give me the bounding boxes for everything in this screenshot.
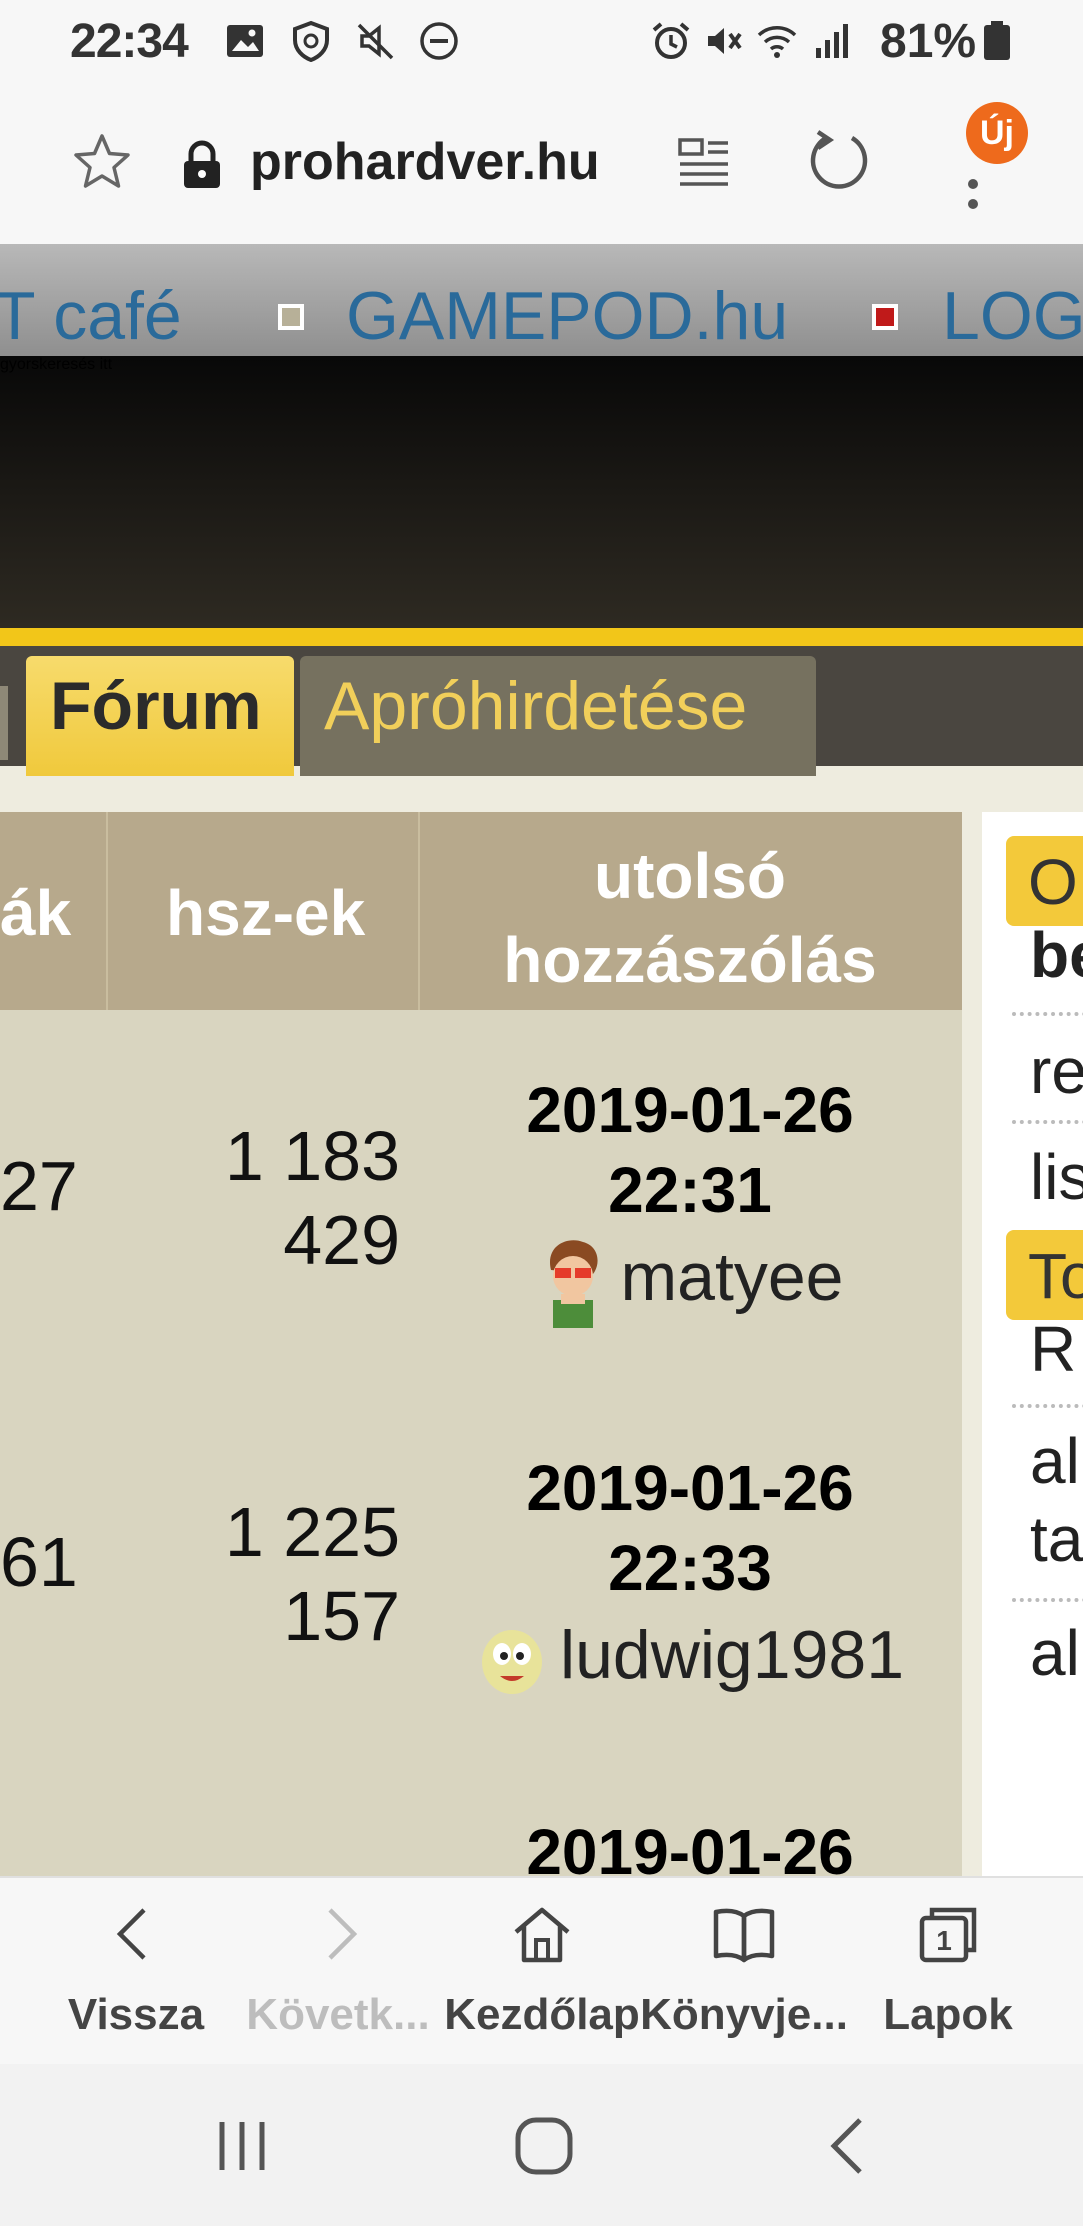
sidebar-item[interactable]: lis xyxy=(1030,1140,1083,1214)
signal-icon xyxy=(816,24,848,58)
site-link-logout[interactable]: LOG xyxy=(942,282,1083,350)
back-icon xyxy=(116,1908,146,1960)
main-nav-tabs: Fórum Apróhirdetése xyxy=(0,646,1083,776)
row-user: ludwig1981 xyxy=(420,1612,960,1708)
bookmarks-label: Könyvje... xyxy=(640,1990,848,2039)
status-bar: 22:34 81% xyxy=(0,0,1083,84)
image-icon xyxy=(227,25,263,57)
row-time[interactable]: 22:33 xyxy=(420,1528,960,1608)
sidebar-divider xyxy=(1012,1404,1083,1408)
row-date[interactable]: 2019-01-26 xyxy=(420,1070,960,1150)
header-accent-line xyxy=(0,628,1083,646)
home-button[interactable]: Kezdőlap xyxy=(434,1878,650,2066)
menu-dots-icon[interactable] xyxy=(966,160,980,220)
tab-forum[interactable]: Fórum xyxy=(26,656,294,776)
header-last-post: utolsó hozzászólás xyxy=(503,840,877,996)
row-username[interactable]: ludwig1981 xyxy=(560,1617,904,1693)
row-last-post: 2019-01-26 xyxy=(420,1812,960,1876)
sidebar-tag: To xyxy=(1006,1230,1083,1320)
bookmarks-icon xyxy=(713,1908,775,1963)
row-date[interactable]: 2019-01-26 xyxy=(420,1812,960,1876)
row-last-post: 2019-01-26 22:33 ludwig1981 xyxy=(420,1448,960,1708)
reader-mode-icon[interactable] xyxy=(676,134,732,190)
new-badge: Új xyxy=(966,102,1028,164)
header-topics: ák xyxy=(0,877,72,949)
back-label: Vissza xyxy=(67,1990,205,2039)
row-topics: 27 xyxy=(0,1147,78,1225)
url-text[interactable]: prohardver.hu xyxy=(250,132,600,192)
mute-icon xyxy=(357,23,394,60)
web-content: T café GAMEPOD.hu LOG gyorskeresés itt F… xyxy=(0,244,1083,1876)
lock-icon xyxy=(184,140,220,188)
sidebar-divider xyxy=(1012,1598,1083,1602)
row-time[interactable]: 22:31 xyxy=(420,1150,960,1230)
system-nav-bar xyxy=(0,2064,1083,2226)
user-avatar-icon xyxy=(481,1630,542,1694)
row-posts: 1 225 157 xyxy=(225,1490,400,1658)
tab-edge xyxy=(0,686,8,760)
sidebar-item[interactable]: al xyxy=(1030,1424,1080,1498)
table-row: 2019-01-26 xyxy=(0,1796,962,1876)
home-label: Kezdőlap xyxy=(444,1990,640,2039)
header-posts: hsz-ek xyxy=(166,877,366,949)
row-posts-line1: 1 183 xyxy=(224,1117,400,1195)
table-header: ák hsz-ek utolsó hozzászólás xyxy=(0,812,962,1010)
dnd-icon xyxy=(420,22,458,60)
sidebar-item[interactable]: R xyxy=(1030,1312,1076,1386)
forward-button[interactable]: Követk... xyxy=(230,1878,446,2066)
home-nav-icon[interactable] xyxy=(502,2104,586,2188)
tab-classifieds[interactable]: Apróhirdetése xyxy=(300,656,816,776)
row-posts-line1: 1 225 xyxy=(224,1493,400,1571)
row-username[interactable]: matyee xyxy=(621,1239,844,1315)
browser-toolbar: Vissza Követk... Kezdőlap Könyvje... 1 L… xyxy=(0,1876,1083,2064)
row-date[interactable]: 2019-01-26 xyxy=(420,1448,960,1528)
site-link-gamepod[interactable]: GAMEPOD.hu xyxy=(346,282,788,350)
recent-apps-icon[interactable] xyxy=(200,2104,284,2188)
row-topics: 61 xyxy=(0,1523,78,1601)
bookmark-star-icon[interactable] xyxy=(70,130,134,194)
sidebar-divider xyxy=(1012,1120,1083,1124)
battery-percent: 81% xyxy=(880,15,977,68)
network-sites-bar: T café GAMEPOD.hu LOG xyxy=(0,244,1083,356)
sidebar-bold-item[interactable]: be xyxy=(1030,918,1083,992)
row-posts: 1 183 429 xyxy=(225,1114,400,1282)
forward-label: Követk... xyxy=(246,1990,430,2039)
tabs-icon: 1 xyxy=(919,1907,977,1963)
sidebar-item[interactable]: al xyxy=(1030,1616,1080,1690)
sidebar-item[interactable]: ta xyxy=(1030,1502,1083,1576)
reload-icon[interactable] xyxy=(806,128,872,194)
tabs-button[interactable]: 1 Lapok xyxy=(840,1878,1056,2066)
forward-icon xyxy=(328,1908,358,1960)
wifi-icon xyxy=(757,26,797,58)
row-user: matyee xyxy=(420,1234,960,1330)
browser-url-bar: prohardver.hu Új xyxy=(0,84,1083,244)
header-divider xyxy=(106,812,108,1010)
sidebar-item[interactable]: re xyxy=(1030,1034,1083,1108)
vibrate-icon xyxy=(708,28,742,54)
table-row: 61 1 225 157 2019-01-26 22:33 ludwig1981 xyxy=(0,1432,962,1810)
quick-search-input[interactable]: gyorskeresés itt xyxy=(0,356,1083,628)
table-row: 27 1 183 429 2019-01-26 22:31 matyee xyxy=(0,1052,962,1430)
alarm-icon xyxy=(652,22,690,59)
shield-icon xyxy=(293,20,329,62)
tabs-label: Lapok xyxy=(883,1990,1013,2039)
row-posts-line2: 429 xyxy=(283,1201,400,1279)
tab-count: 1 xyxy=(936,1925,952,1956)
home-icon xyxy=(514,1907,570,1963)
row-posts-line2: 157 xyxy=(283,1577,400,1655)
back-nav-icon[interactable] xyxy=(806,2104,890,2188)
battery-icon xyxy=(984,21,1010,60)
sidebar-column: O be re lis To R al ta al xyxy=(982,812,1083,1876)
user-avatar-icon xyxy=(549,1240,598,1328)
row-last-post: 2019-01-26 22:31 matyee xyxy=(420,1070,960,1330)
back-button[interactable]: Vissza xyxy=(28,1878,244,2066)
sidebar-tag: O xyxy=(1006,836,1083,926)
site-link-itcafe[interactable]: T café xyxy=(0,282,182,350)
sidebar-divider xyxy=(1012,1012,1083,1016)
forum-table: ák hsz-ek utolsó hozzászólás 27 1 183 42… xyxy=(0,812,962,1876)
status-time: 22:34 xyxy=(70,15,189,68)
bookmarks-button[interactable]: Könyvje... xyxy=(636,1878,852,2066)
site-bullet-icon xyxy=(872,304,898,330)
site-bullet-icon xyxy=(278,304,304,330)
